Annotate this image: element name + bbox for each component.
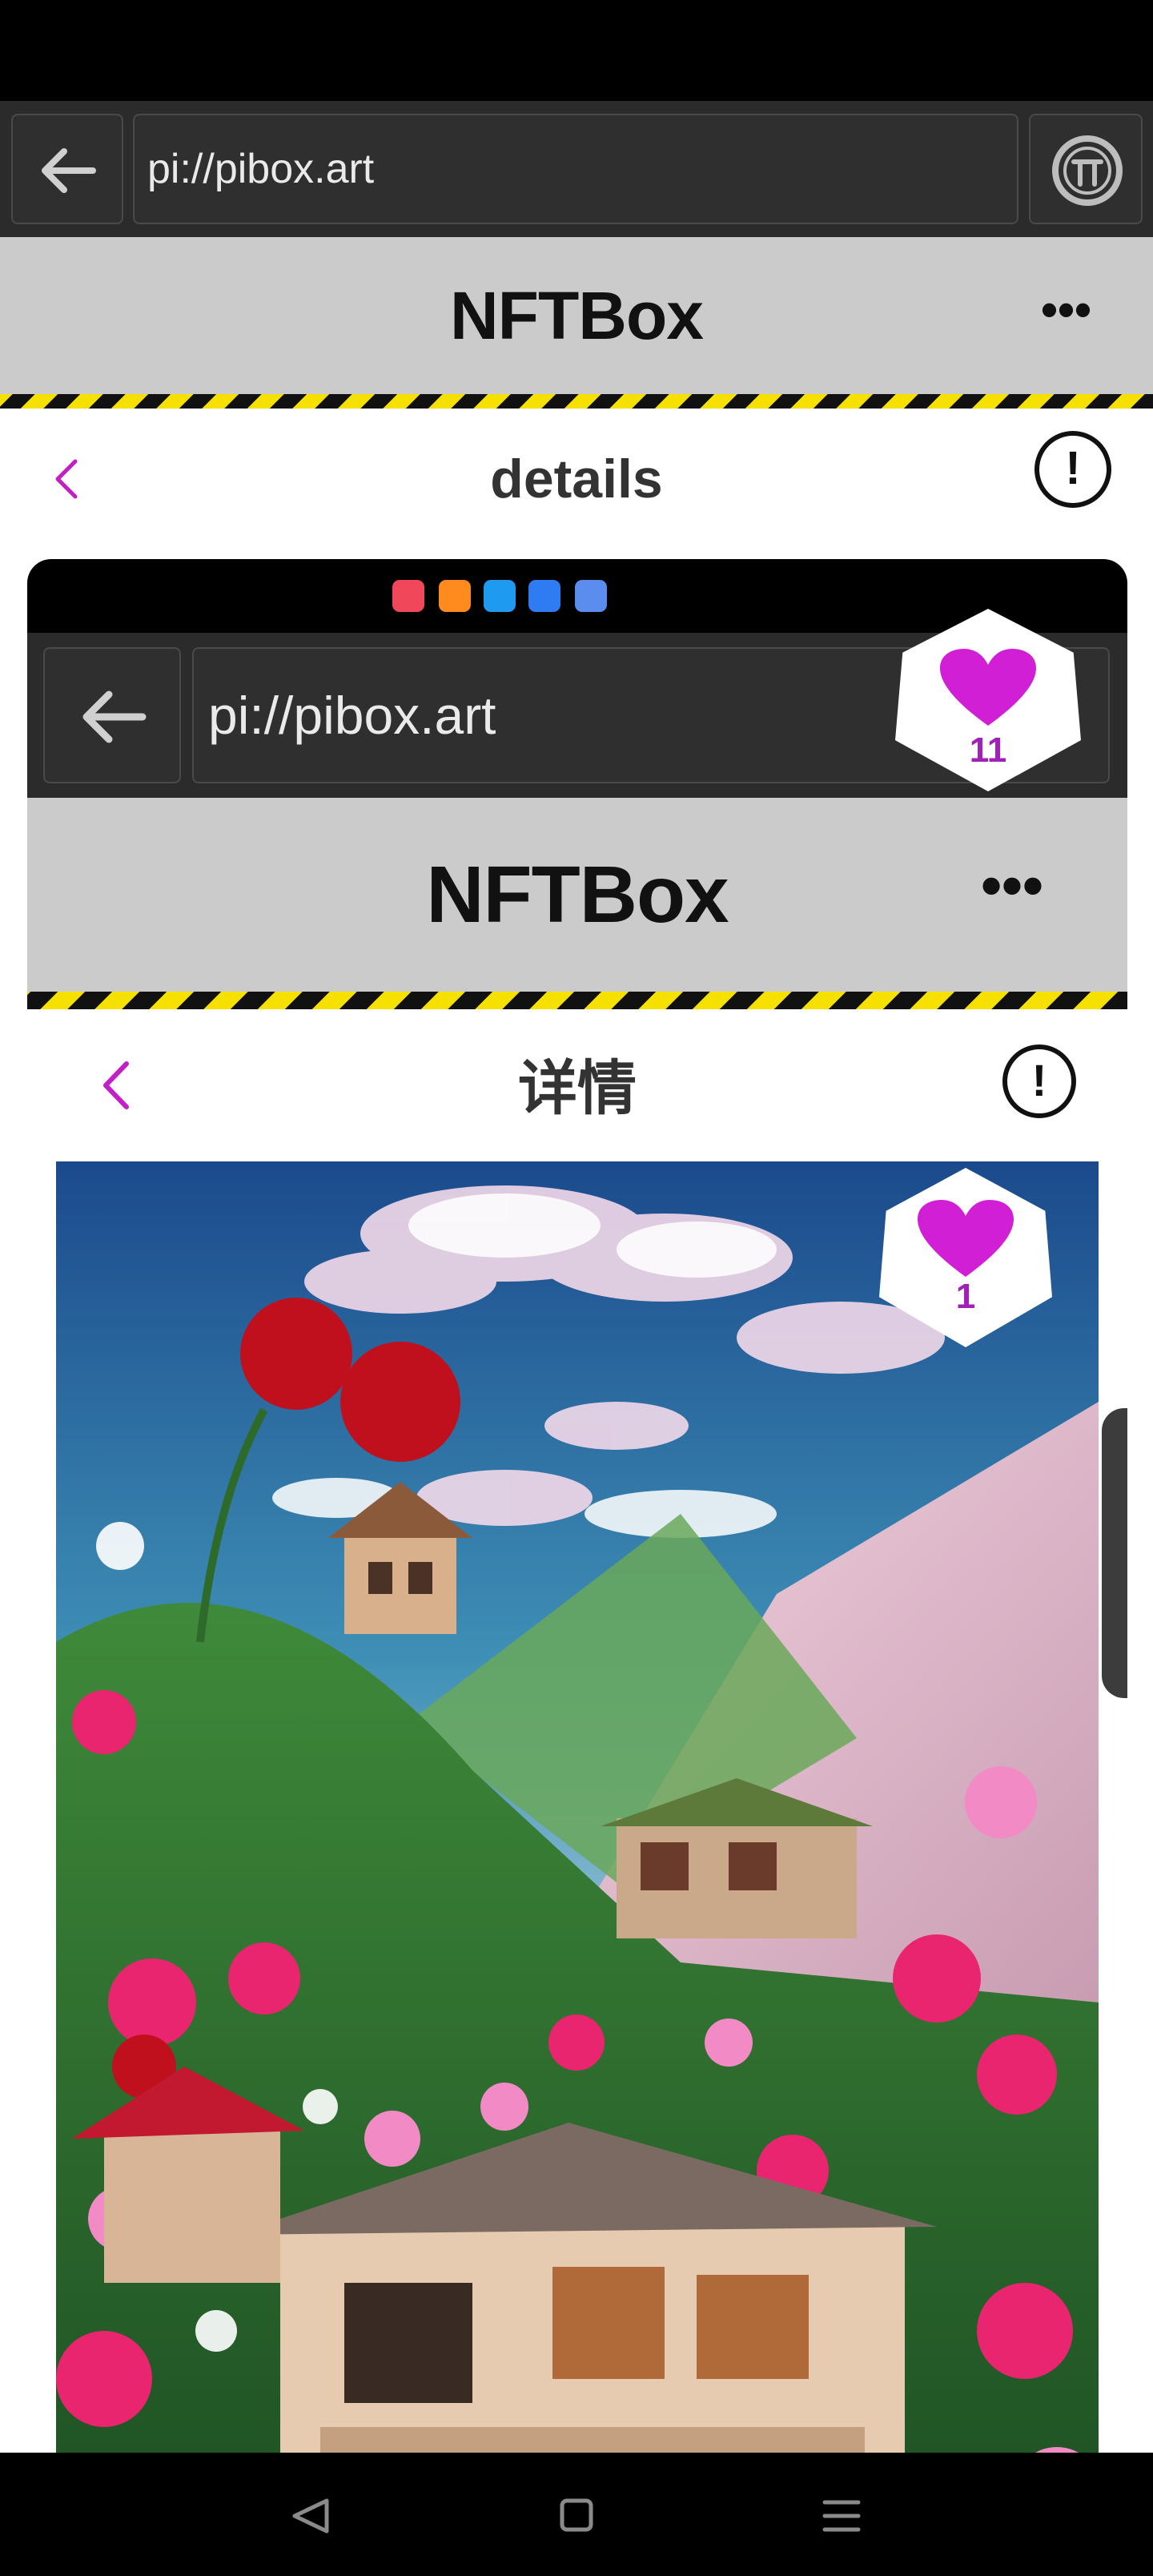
heart-icon: [918, 1200, 1014, 1277]
back-arrow-icon: [42, 148, 96, 193]
details-nav: details !: [0, 409, 1153, 537]
more-dots-icon: •••: [981, 852, 1043, 919]
pi-logo-icon: [1052, 135, 1123, 206]
nav-menu-icon[interactable]: [822, 2498, 862, 2534]
browser-back-button[interactable]: [11, 114, 123, 224]
app-icon: [575, 580, 607, 612]
pi-browser-button[interactable]: [1029, 114, 1143, 224]
url-field[interactable]: pi://pibox.art: [133, 114, 1018, 224]
hazard-stripe: [0, 394, 1153, 409]
browser-bar: pi://pibox.art: [0, 101, 1153, 237]
nft-image-card[interactable]: pi://pibox.art NFTBox ••• 详情 ! 1: [27, 559, 1127, 2576]
embedded-back-button: [43, 647, 181, 783]
page-title: details: [490, 449, 663, 509]
embedded-app-header: NFTBox •••: [27, 798, 1127, 992]
app-title: NFTBox: [450, 278, 704, 353]
embedded-details-nav: 详情 !: [27, 1009, 1127, 1161]
heart-icon: [940, 649, 1036, 726]
side-drawer-handle[interactable]: [1102, 1408, 1127, 1698]
app-icon: [528, 580, 560, 612]
embedded-hazard-stripe: [27, 992, 1127, 1009]
artwork-like-count: 1: [955, 1277, 976, 1316]
app-header: NFTBox •••: [0, 237, 1153, 394]
nav-home-icon[interactable]: [557, 2496, 596, 2534]
screen: pi://pibox.art NFTBox ••• details ! pi:/…: [0, 0, 1153, 2576]
embedded-status-bar: [27, 559, 1127, 633]
status-bar: [0, 0, 1153, 101]
app-icon: [439, 580, 471, 612]
artwork-illustration: [56, 1161, 1099, 2576]
embedded-page-title: 详情: [518, 1055, 637, 1121]
embedded-app-title: NFTBox: [426, 850, 729, 940]
info-icon: !: [1002, 1044, 1076, 1118]
more-dots-icon[interactable]: •••: [1041, 286, 1091, 334]
system-nav-bar: [0, 2453, 1153, 2576]
app-icon: [392, 580, 424, 612]
app-icon: [484, 580, 516, 612]
nav-back-icon[interactable]: [288, 2496, 336, 2536]
back-arrow-icon: [82, 690, 147, 743]
nft-artwork[interactable]: [56, 1161, 1099, 2576]
info-icon[interactable]: !: [1034, 431, 1111, 508]
